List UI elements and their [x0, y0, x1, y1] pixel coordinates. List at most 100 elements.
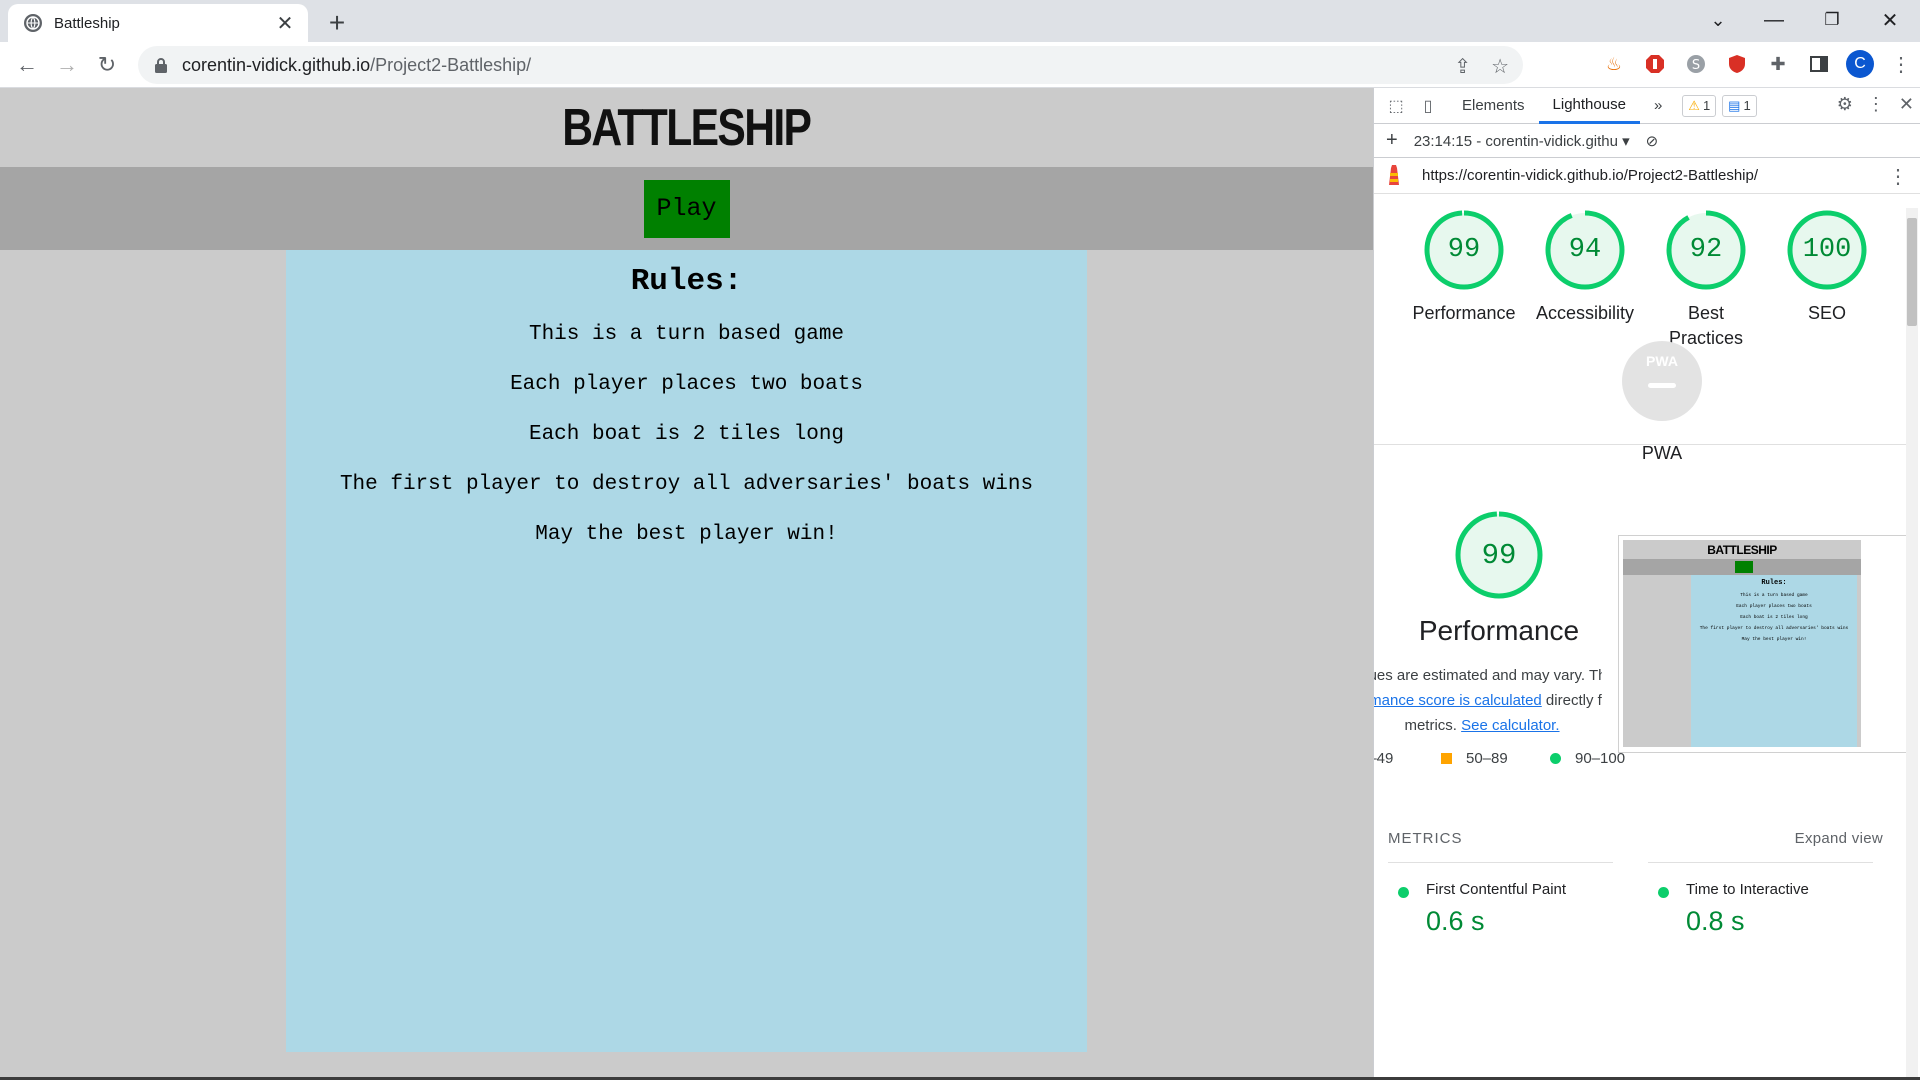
- lighthouse-toolbar: + 23:14:15 - corentin-vidick.githu ▾ ⊘: [1374, 124, 1920, 158]
- page-title: BATTLESHIP: [562, 98, 812, 157]
- scrollbar-thumb[interactable]: [1907, 218, 1917, 326]
- report-url-bar: https://corentin-vidick.github.io/Projec…: [1374, 158, 1920, 194]
- device-toolbar-icon[interactable]: ▯: [1416, 94, 1440, 118]
- metrics-heading: METRICS: [1388, 830, 1463, 847]
- performance-description: Values are estimated and may vary. The p…: [1374, 663, 1602, 738]
- report-menu-icon[interactable]: ⋮: [1888, 164, 1908, 189]
- desc-line2: directly from: [1545, 692, 1602, 709]
- thumb-title: BATTLESHIP: [1707, 543, 1777, 557]
- gear-icon[interactable]: ⚙: [1837, 94, 1853, 115]
- browser-tab[interactable]: Battleship ✕: [8, 4, 308, 42]
- close-devtools-icon[interactable]: ✕: [1899, 94, 1914, 115]
- performance-score: 99: [1481, 538, 1517, 572]
- gauge-best-practices[interactable]: 92 Best Practices: [1651, 209, 1761, 351]
- green-circle-icon: [1658, 887, 1669, 898]
- tab-search-icon[interactable]: ⌄: [1690, 0, 1746, 40]
- thumb-rule: The first player to destroy all adversar…: [1699, 626, 1849, 631]
- globe-icon: [24, 14, 42, 32]
- fire-extension-icon[interactable]: ♨: [1600, 50, 1628, 78]
- gauge-accessibility[interactable]: 94 Accessibility: [1530, 209, 1640, 326]
- play-button[interactable]: Play: [643, 179, 730, 238]
- forward-button[interactable]: →: [52, 50, 82, 80]
- page-viewport: BATTLESHIP Play Rules: This is a turn ba…: [0, 88, 1373, 1080]
- metrics-header: METRICS Expand view: [1388, 830, 1883, 847]
- metric-label: Time to Interactive: [1686, 881, 1809, 898]
- gauge-label: Accessibility: [1535, 303, 1635, 323]
- minimize-button[interactable]: —: [1746, 0, 1802, 40]
- gauge-performance[interactable]: 99 Performance: [1409, 209, 1519, 326]
- tab-lighthouse[interactable]: Lighthouse: [1538, 88, 1640, 124]
- devtools-kebab-icon[interactable]: ⋮: [1867, 94, 1885, 115]
- gauge-score: 100: [1802, 235, 1852, 265]
- thumb-rules: Rules: This is a turn based game Each pl…: [1691, 575, 1857, 747]
- new-tab-button[interactable]: +: [322, 7, 352, 38]
- new-report-icon[interactable]: +: [1386, 129, 1398, 152]
- legend-average-label: 50–89: [1466, 750, 1508, 767]
- play-bar: Play: [0, 167, 1373, 250]
- red-extension-icon[interactable]: [1641, 50, 1669, 78]
- devtools-scrollbar[interactable]: [1906, 208, 1918, 1078]
- puzzle-extensions-icon[interactable]: ✚: [1764, 50, 1792, 78]
- gauge-score: 92: [1689, 235, 1723, 265]
- more-tabs-button[interactable]: »: [1640, 88, 1676, 124]
- rule-line: Each boat is 2 tiles long: [528, 423, 845, 446]
- share-icon[interactable]: ⇪: [1454, 54, 1471, 79]
- metric-tti: Time to Interactive 0.8 s: [1648, 862, 1873, 937]
- warnings-badge[interactable]: ⚠ 1: [1682, 94, 1717, 117]
- devtools-tabbar: ⬚ ▯ Elements Lighthouse » ⚠ 1 ▤ 1 ⚙ ⋮ ✕: [1374, 88, 1920, 124]
- back-button[interactable]: ←: [12, 50, 42, 80]
- lighthouse-logo-icon: [1389, 164, 1399, 185]
- score-gauges: 99 Performance 94 Accessibility 92 Best …: [1374, 195, 1906, 463]
- thumb-rule: May the best player win!: [1741, 637, 1807, 642]
- message-icon: ▤: [1728, 97, 1741, 113]
- close-window-button[interactable]: ✕: [1862, 0, 1918, 40]
- address-bar[interactable]: corentin-vidick.github.io/Project2-Battl…: [138, 46, 1523, 84]
- shield-extension-icon[interactable]: [1723, 50, 1751, 78]
- thumb-rule: Each player places two boats: [1736, 604, 1812, 609]
- reload-button[interactable]: ↻: [92, 50, 122, 80]
- side-panel-icon[interactable]: [1805, 50, 1833, 78]
- thumb-rule: Each boat is 2 tiles long: [1740, 615, 1808, 620]
- lighthouse-report: 99 Performance 94 Accessibility 92 Best …: [1374, 195, 1906, 1080]
- rules-panel: Rules: This is a turn based game Each pl…: [286, 250, 1087, 1052]
- green-circle-icon: [1550, 753, 1561, 764]
- warning-icon: ⚠: [1688, 97, 1700, 113]
- inspect-element-icon[interactable]: ⬚: [1384, 94, 1408, 118]
- tab-elements[interactable]: Elements: [1448, 88, 1539, 124]
- score-calculated-link[interactable]: performance score is calculated: [1374, 692, 1542, 709]
- desc-line1: Values are estimated and may vary. The: [1374, 667, 1602, 684]
- skype-extension-icon[interactable]: S: [1682, 50, 1710, 78]
- desc-line3: metrics.: [1404, 717, 1462, 734]
- see-calculator-link[interactable]: See calculator.: [1461, 717, 1559, 734]
- report-url: https://corentin-vidick.github.io/Projec…: [1422, 167, 1758, 184]
- gauge-label-line1: Best: [1687, 303, 1725, 323]
- rule-line: Each player places two boats: [510, 373, 863, 396]
- gauge-score: 99: [1447, 235, 1481, 265]
- rule-line: This is a turn based game: [528, 323, 845, 346]
- clear-icon[interactable]: ⊘: [1646, 132, 1659, 150]
- avatar[interactable]: C: [1846, 50, 1874, 78]
- messages-badge[interactable]: ▤ 1: [1722, 94, 1757, 117]
- performance-title: Performance: [1418, 615, 1580, 646]
- legend-average: 50–89: [1441, 750, 1508, 767]
- report-selector[interactable]: 23:14:15 - corentin-vidick.githu ▾: [1414, 132, 1630, 150]
- metric-label: First Contentful Paint: [1426, 881, 1567, 898]
- gauge-seo[interactable]: 100 SEO: [1772, 209, 1882, 326]
- kebab-menu-icon[interactable]: ⋮: [1887, 50, 1915, 78]
- close-icon[interactable]: ✕: [274, 12, 296, 35]
- pwa-badge-icon: PWA: [1622, 341, 1702, 421]
- metric-fcp: First Contentful Paint 0.6 s: [1388, 862, 1613, 937]
- browser-toolbar: ← → ↻ corentin-vidick.github.io/Project2…: [0, 42, 1920, 88]
- restore-button[interactable]: ❐: [1804, 0, 1860, 40]
- svg-text:S: S: [1692, 58, 1700, 73]
- legend-fail-label: 0–49: [1374, 750, 1394, 767]
- thumb-play: [1735, 561, 1753, 573]
- rules-title: Rules:: [630, 264, 743, 299]
- metric-value: 0.8 s: [1686, 906, 1745, 936]
- expand-view-button[interactable]: Expand view: [1795, 830, 1883, 847]
- page-screenshot-thumbnail[interactable]: BATTLESHIP Rules: This is a turn based g…: [1618, 535, 1906, 753]
- url-domain: corentin-vidick.github.io: [182, 54, 371, 75]
- orange-square-icon: [1441, 753, 1452, 764]
- bookmark-star-icon[interactable]: ☆: [1491, 54, 1509, 79]
- tab-title: Battleship: [54, 14, 120, 32]
